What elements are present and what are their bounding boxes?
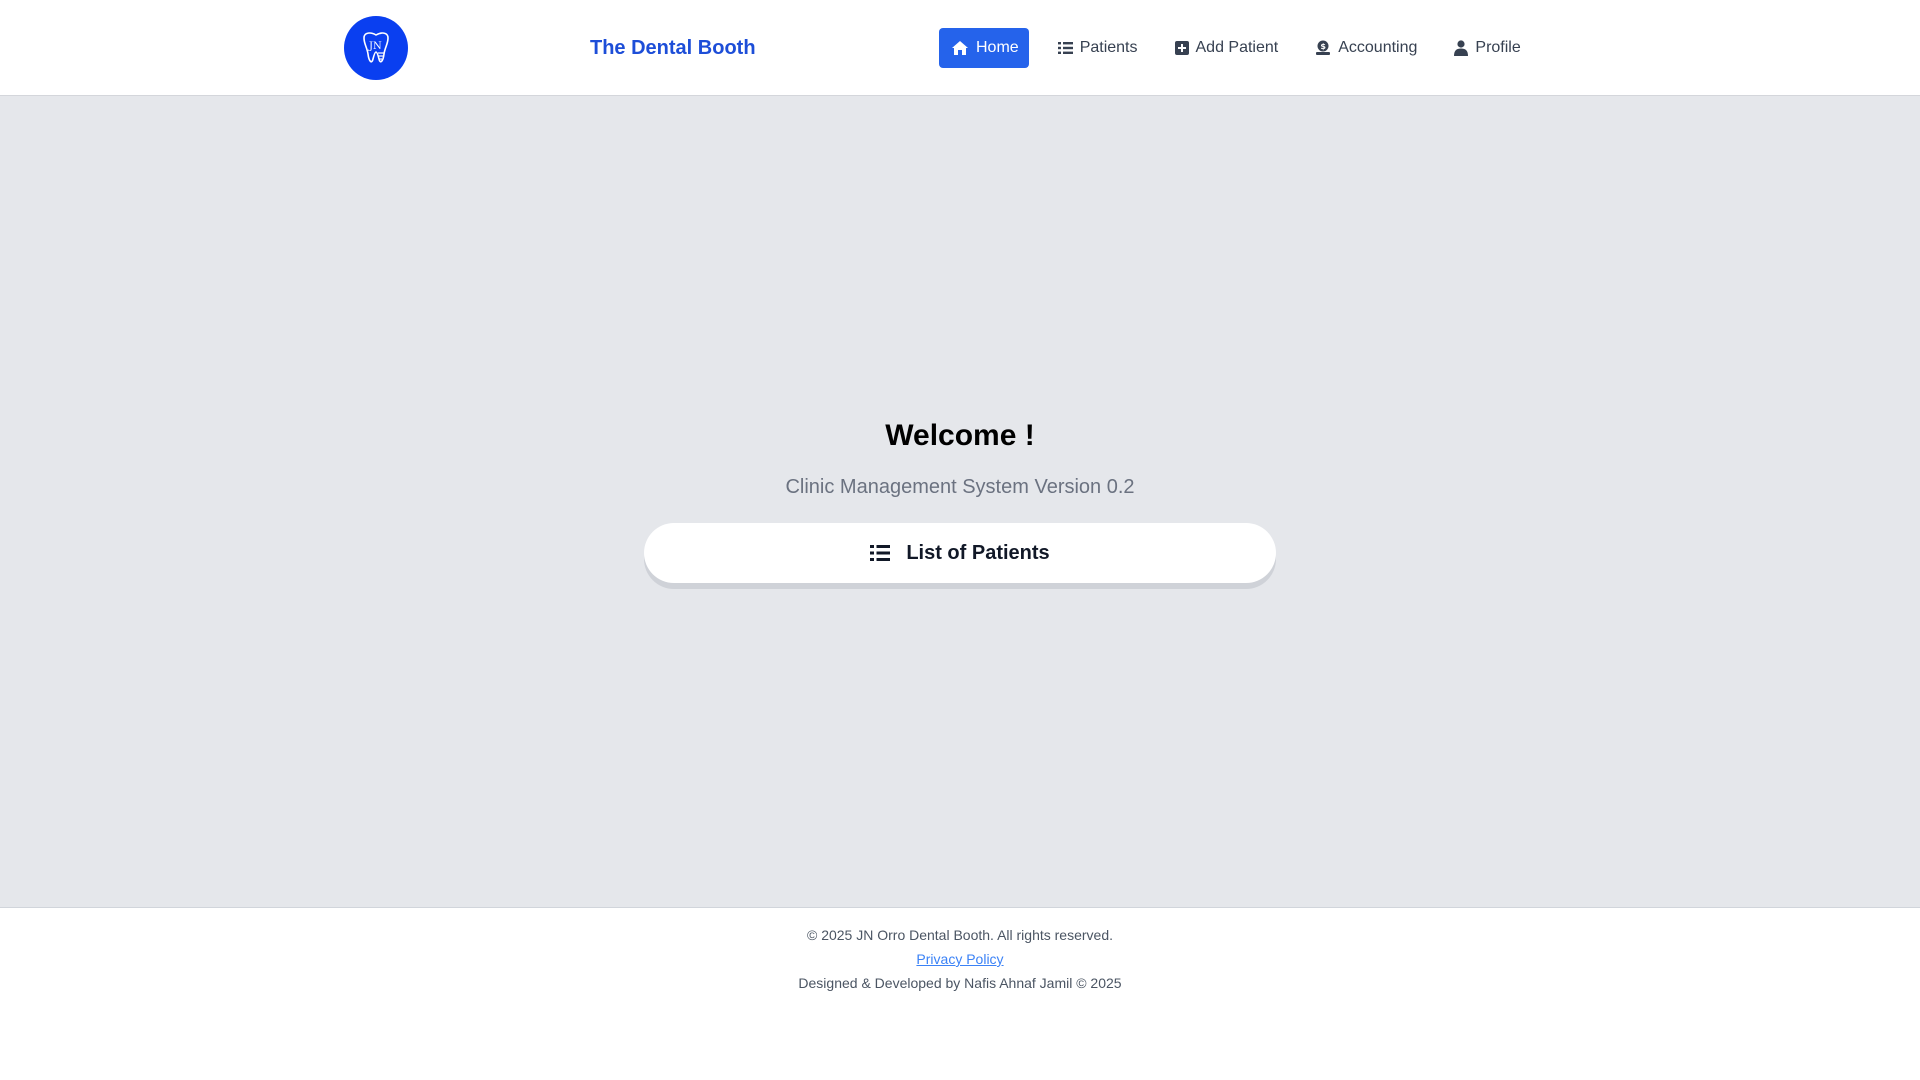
home-icon — [951, 40, 969, 56]
logo-monogram: JN — [368, 41, 382, 52]
privacy-policy-link[interactable]: Privacy Policy — [916, 951, 1003, 967]
main-nav: Home Patients Add Patient $ Accounting P… — [939, 28, 1532, 68]
nav-item-patients[interactable]: Patients — [1047, 28, 1149, 68]
nav-label-home: Home — [976, 39, 1019, 56]
nav-label-profile: Profile — [1475, 39, 1521, 56]
nav-item-profile[interactable]: Profile — [1443, 28, 1531, 68]
welcome-heading: Welcome ! — [885, 419, 1035, 452]
footer-copyright: © 2025 JN Orro Dental Booth. All rights … — [806, 927, 1113, 943]
user-icon — [1454, 40, 1469, 56]
svg-text:$: $ — [1321, 42, 1327, 51]
list-of-patients-label: List of Patients — [906, 541, 1050, 564]
nav-label-add-patient: Add Patient — [1195, 39, 1279, 56]
top-navbar: JN The Dental Booth Home Patients Add Pa… — [0, 0, 1920, 96]
brand-title[interactable]: The Dental Booth — [590, 36, 756, 60]
list-of-patients-button[interactable]: List of Patients — [644, 523, 1276, 583]
main-content: Welcome ! Clinic Management System Versi… — [0, 96, 1920, 907]
nav-label-patients: Patients — [1079, 39, 1138, 56]
list-icon — [1057, 41, 1073, 55]
plus-square-icon — [1174, 41, 1189, 55]
money-icon: $ — [1315, 40, 1331, 56]
footer-credit: Designed & Developed by Nafis Ahnaf Jami… — [798, 975, 1122, 991]
clinic-logo[interactable]: JN — [344, 16, 408, 80]
app-version-subtitle: Clinic Management System Version 0.2 — [785, 476, 1135, 498]
tooth-jn-logo-icon: JN — [363, 32, 389, 63]
nav-label-accounting: Accounting — [1338, 39, 1418, 56]
nav-item-home[interactable]: Home — [939, 28, 1029, 68]
nav-item-accounting[interactable]: $ Accounting — [1304, 28, 1428, 68]
page-footer: © 2025 JN Orro Dental Booth. All rights … — [0, 907, 1920, 1080]
nav-item-add-patient[interactable]: Add Patient — [1164, 28, 1290, 68]
list-icon — [870, 544, 891, 562]
footer-privacy-row: Privacy Policy — [0, 949, 1920, 969]
